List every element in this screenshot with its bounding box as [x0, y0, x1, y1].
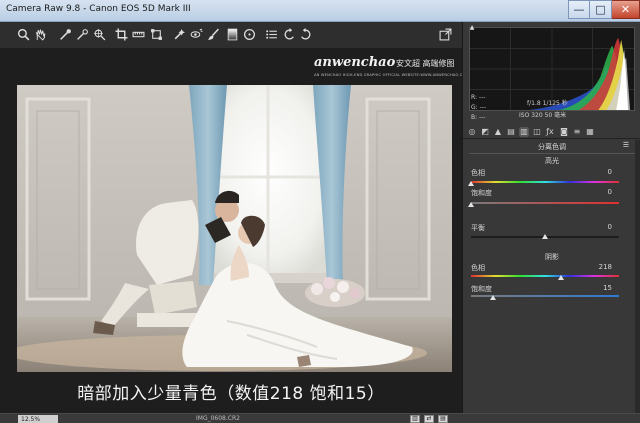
highlight-sat-track[interactable]	[471, 202, 619, 204]
shadow-sat-slider[interactable]	[490, 295, 496, 300]
balance-value[interactable]: 0	[582, 223, 612, 231]
shadow-hue-track[interactable]	[471, 275, 619, 277]
shadow-hue-slider[interactable]	[558, 275, 564, 280]
window-title: Camera Raw 9.8 - Canon EOS 5D Mark III	[6, 4, 191, 14]
tab-hsl[interactable]: ▤	[506, 127, 516, 137]
highlight-sat-slider[interactable]	[468, 202, 474, 207]
panel-tabs: ◎ ◩ ▲ ▤ ▥ ◫ ƒx ◙ ≡ ▦	[463, 125, 640, 139]
watermark-logo: anwenchao 安文超 高端修图 AN WENCHAO HIGH-END G…	[314, 55, 454, 81]
adjustment-brush-icon[interactable]	[206, 27, 220, 42]
readout-b: B: ---	[471, 114, 486, 121]
watermark-cn: 安文超 高端修图	[396, 58, 455, 69]
shadow-clipping-icon[interactable]: ▲	[467, 24, 477, 32]
toolbar	[0, 22, 462, 49]
panel-menu-icon[interactable]: ☰	[621, 141, 631, 150]
shadow-sat-value[interactable]: 15	[582, 284, 612, 292]
balance-label: 平衡	[471, 223, 485, 233]
fullscreen-icon[interactable]	[438, 27, 452, 42]
maximize-button[interactable]: □	[590, 0, 612, 19]
camera-raw-window: Camera Raw 9.8 - Canon EOS 5D Mark III —…	[0, 0, 640, 423]
rotate-left-icon[interactable]	[282, 27, 296, 42]
readout-g: G: ---	[471, 104, 486, 111]
image-preview-area[interactable]: anwenchao 安文超 高端修图 AN WENCHAO HIGH-END G…	[0, 49, 462, 413]
watermark-sub: AN WENCHAO HIGH-END GRAPHIC OFFICIAL WEB…	[314, 73, 469, 77]
tab-lens[interactable]: ◫	[532, 127, 542, 137]
tab-split-toning[interactable]: ▥	[519, 127, 529, 137]
tab-snapshots[interactable]: ▦	[585, 127, 595, 137]
photo-preview[interactable]	[17, 85, 452, 372]
tab-detail[interactable]: ▲	[493, 127, 503, 137]
white-balance-icon[interactable]	[58, 27, 72, 42]
spot-removal-icon[interactable]	[172, 27, 186, 42]
tab-basic[interactable]: ◎	[467, 127, 477, 137]
highlight-sat-label: 饱和度	[471, 188, 492, 198]
before-after-icon[interactable]: ▥	[410, 415, 420, 423]
shadow-hue-label: 色相	[471, 263, 485, 273]
crop-icon[interactable]	[114, 27, 128, 42]
highlights-title: 高光	[463, 156, 640, 166]
right-panel: ▲ R: --- G: --- B: --- f/1.8 1/125 秒 ISO…	[462, 22, 640, 413]
red-eye-icon[interactable]	[189, 27, 203, 42]
tab-effects[interactable]: ƒx	[545, 127, 555, 137]
highlight-hue-track[interactable]	[471, 181, 619, 183]
color-sampler-icon[interactable]	[75, 27, 89, 42]
highlight-hue-value[interactable]: 0	[582, 168, 612, 176]
balance-slider[interactable]	[542, 234, 548, 239]
highlight-hue-label: 色相	[471, 168, 485, 178]
graduated-filter-icon[interactable]	[225, 27, 239, 42]
hand-icon[interactable]	[33, 27, 47, 42]
highlight-hue-slider[interactable]	[468, 181, 474, 186]
preferences-icon[interactable]	[264, 27, 278, 42]
transform-icon[interactable]	[149, 27, 163, 42]
minimize-button[interactable]: —	[568, 0, 590, 19]
caption-text: 暗部加入少量青色（数值218 饱和15）	[0, 379, 462, 404]
tab-camera-calibration[interactable]: ◙	[559, 127, 569, 137]
close-button[interactable]: ✕	[612, 0, 640, 19]
watermark-script: anwenchao	[314, 55, 395, 70]
copy-settings-icon[interactable]: ▤	[438, 415, 448, 423]
highlight-sat-value[interactable]: 0	[582, 188, 612, 196]
panel-section-title: 分离色调	[463, 142, 640, 152]
readout-iso-focal: ISO 320 50 毫米	[519, 110, 566, 119]
status-bar: 12.5% IMG_0608.CR2 ▥ ⇄ ▤	[0, 413, 640, 423]
shadow-sat-label: 饱和度	[471, 284, 492, 294]
swap-icon[interactable]: ⇄	[424, 415, 434, 423]
panel-scrollbar[interactable]	[635, 140, 640, 413]
zoom-icon[interactable]	[16, 27, 30, 42]
radial-filter-icon[interactable]	[242, 27, 256, 42]
rotate-right-icon[interactable]	[298, 27, 312, 42]
targeted-adjustment-icon[interactable]	[92, 27, 106, 42]
divider	[469, 153, 635, 154]
tab-presets[interactable]: ≡	[572, 127, 582, 137]
readout-r: R: ---	[471, 94, 485, 101]
straighten-icon[interactable]	[131, 27, 145, 42]
title-bar: Camera Raw 9.8 - Canon EOS 5D Mark III —…	[0, 0, 640, 22]
file-name: IMG_0608.CR2	[196, 415, 240, 422]
shadows-title: 阴影	[463, 252, 640, 262]
zoom-level-field[interactable]: 12.5%	[18, 415, 58, 423]
tab-tone-curve[interactable]: ◩	[480, 127, 490, 137]
shadow-hue-value[interactable]: 218	[582, 263, 612, 271]
readout-aperture-shutter: f/1.8 1/125 秒	[527, 98, 568, 107]
